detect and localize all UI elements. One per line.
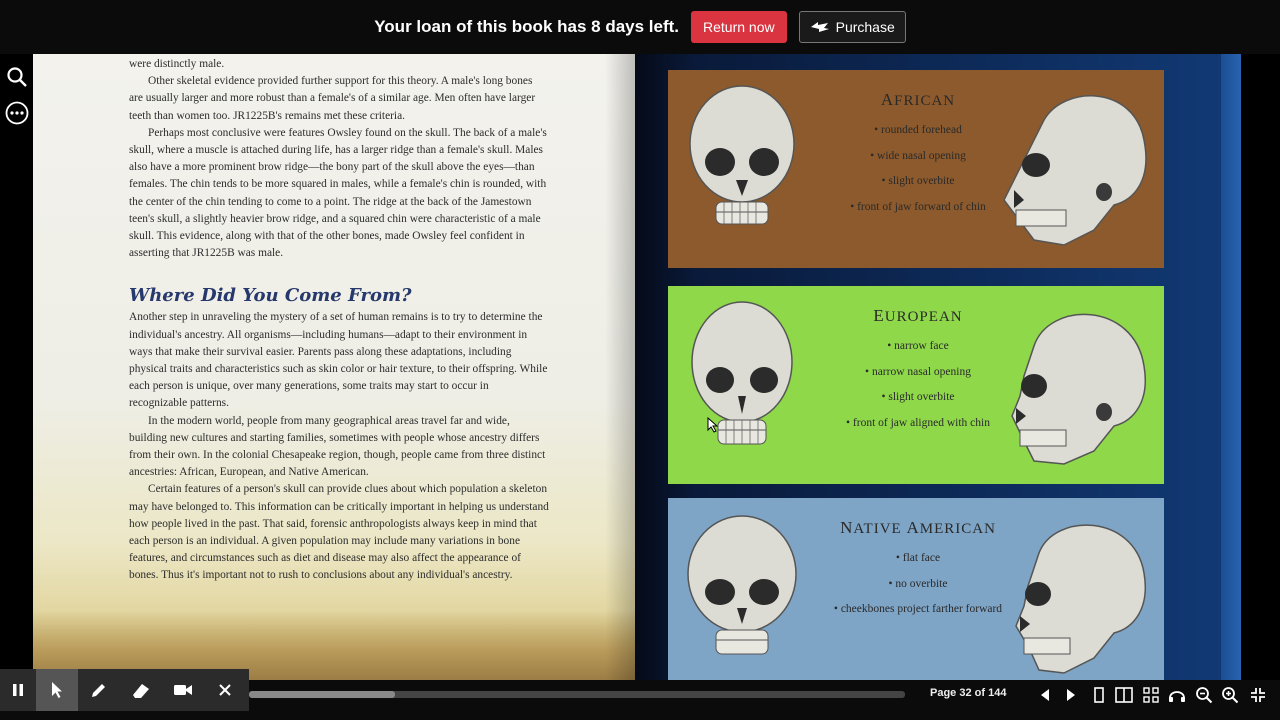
more-options-icon[interactable] [4,100,30,126]
trait-item: • rounded forehead [874,124,962,136]
paragraph: were distinctly male. [129,58,225,70]
page-edge [1221,54,1241,680]
page-progress-fill [249,691,395,698]
trait-item: • front of jaw aligned with chin [846,416,990,429]
section-heading: Where Did You Come From? [129,285,412,307]
zoom-in-icon[interactable] [1219,684,1241,706]
skull-front-illustration [687,515,797,655]
video-icon[interactable] [162,669,204,711]
search-icon[interactable] [4,64,30,90]
trait-item: • flat face [895,552,941,564]
trait-item: • slight overbite [881,391,955,403]
book-page-left: were distinctly male. Other skeletal evi… [33,54,635,680]
eraser-icon[interactable] [120,669,162,711]
loan-status-text: Your loan of this book has 8 days left. [374,17,680,36]
loan-banner: Your loan of this book has 8 days left. … [0,0,1280,54]
panel-african-text: AFRICAN • rounded forehead • wide nasal … [828,90,1008,226]
close-icon[interactable] [204,669,246,711]
mouse-cursor-icon [707,417,719,433]
pause-icon[interactable] [0,669,36,711]
panel-european-text: EUROPEAN • narrow face • narrow nasal op… [828,306,1008,442]
paragraph: Perhaps most conclusive were features Ow… [129,126,547,260]
skull-profile-illustration [1015,524,1146,674]
purchase-button[interactable]: Purchase [798,11,906,43]
purchase-icon [810,22,829,32]
trait-item: • narrow nasal opening [865,365,971,378]
trait-item: • cheekbones project farther forward [833,603,1003,615]
skull-profile-illustration [1011,313,1146,465]
panel-title: EUROPEAN [873,306,963,325]
annotation-tools [0,669,249,711]
paragraph: Certain features of a person's skull can… [129,483,549,582]
zoom-out-icon[interactable] [1193,684,1215,706]
trait-item: • narrow face [887,340,949,352]
trait-item: • slight overbite [881,175,955,187]
paragraph: Other skeletal evidence provided further… [129,75,536,122]
panel-title: NATIVE AMERICAN [840,518,996,537]
return-now-button[interactable]: Return now [691,11,787,43]
one-page-view-icon[interactable] [1088,684,1110,706]
purchase-label: Purchase [835,19,895,35]
next-page-icon[interactable] [1060,684,1082,706]
page-progress-slider[interactable] [249,691,905,698]
pointer-icon[interactable] [36,669,78,711]
two-page-view-icon[interactable] [1113,684,1135,706]
skull-front-illustration [691,301,793,445]
trait-item: • wide nasal opening [870,149,966,162]
read-aloud-icon[interactable] [1166,684,1188,706]
panel-african: AFRICAN • rounded forehead • wide nasal … [668,70,1164,268]
thumbnail-view-icon[interactable] [1140,684,1162,706]
pen-icon[interactable] [78,669,120,711]
skull-profile-illustration [1003,95,1147,246]
trait-item: • front of jaw forward of chin [850,200,986,213]
book-page-right: AFRICAN • rounded forehead • wide nasal … [635,54,1241,680]
panel-european: EUROPEAN • narrow face • narrow nasal op… [668,286,1164,484]
prev-page-icon[interactable] [1034,684,1056,706]
exit-fullscreen-icon[interactable] [1247,684,1269,706]
paragraph: Another step in unraveling the mystery o… [129,311,548,410]
panel-native-american: NATIVE AMERICAN • flat face • no overbit… [668,498,1164,680]
page-text: were distinctly male. Other skeletal evi… [129,56,549,585]
paragraph: In the modern world, people from many ge… [129,414,546,479]
panel-native-american-text: NATIVE AMERICAN • flat face • no overbit… [828,518,1008,629]
trait-item: • no overbite [888,577,948,590]
skull-front-illustration [689,85,795,225]
page-indicator: Page 32 of 144 [930,687,1007,699]
panel-title: AFRICAN [880,90,956,109]
